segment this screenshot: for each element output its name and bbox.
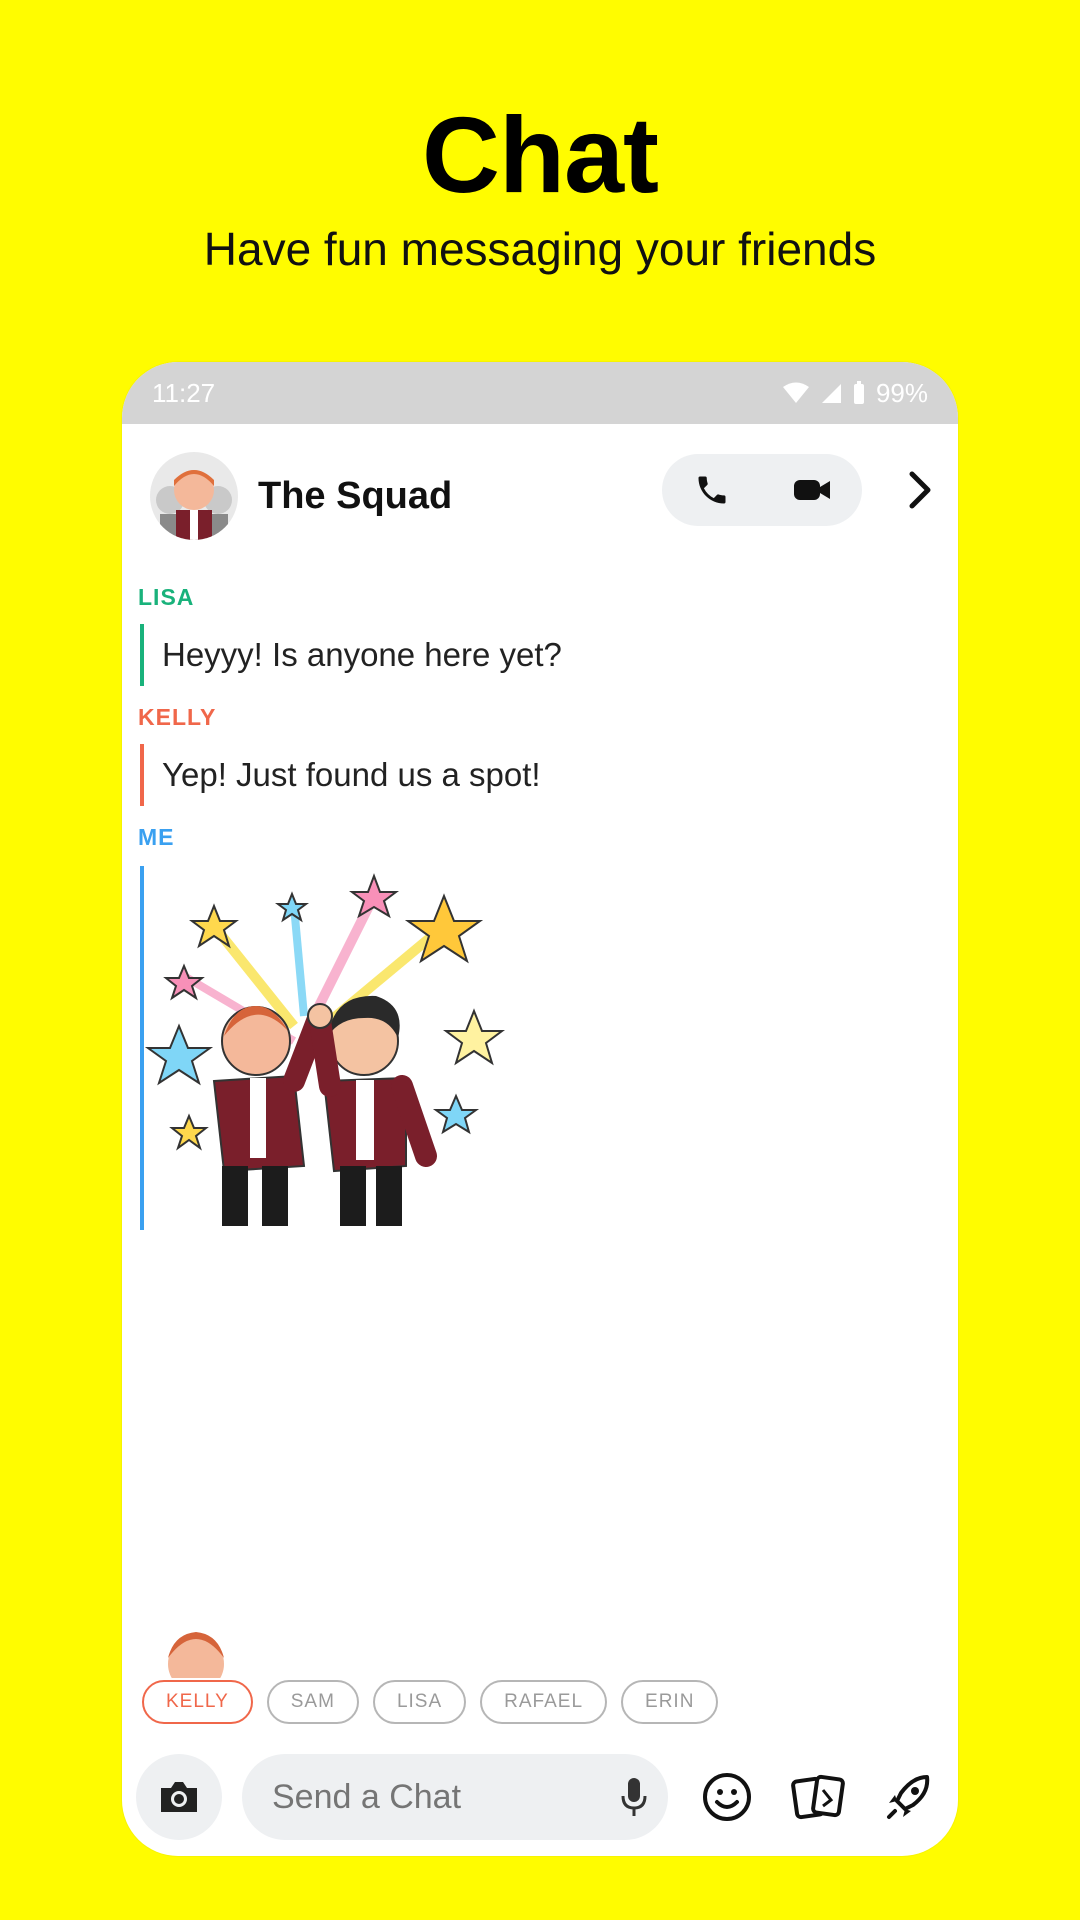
status-bar: 11:27 99%	[122, 362, 958, 424]
chat-header: The Squad	[150, 446, 931, 546]
group-avatar[interactable]	[150, 452, 238, 540]
chat-details-button[interactable]	[890, 454, 950, 526]
promo-headline: Chat	[422, 94, 659, 215]
call-controls	[662, 454, 862, 526]
bitmoji-avatar-icon	[168, 1632, 224, 1678]
promo-subhead: Have fun messaging your friends	[203, 223, 877, 275]
mention-chip[interactable]: RAFAEL	[480, 1680, 608, 1724]
mention-chip[interactable]: SAM	[266, 1680, 359, 1724]
battery-icon	[853, 381, 864, 404]
mention-chip[interactable]: LISA	[372, 1680, 467, 1724]
status-icons: 99%	[782, 378, 928, 409]
sender-label-lisa: LISA	[138, 584, 195, 610]
phone-icon	[698, 476, 726, 504]
message-text: Yep! Just found us a spot!	[162, 756, 541, 793]
mention-chip[interactable]: ERIN	[621, 1680, 719, 1724]
cards-button[interactable]	[784, 1754, 854, 1840]
microphone-icon	[621, 1778, 647, 1816]
chat-title: The Squad	[258, 474, 453, 517]
battery-level: 99%	[875, 377, 928, 408]
chevron-right-icon	[909, 471, 931, 509]
camera-button[interactable]	[136, 1754, 222, 1840]
message-text: Heyyy! Is anyone here yet?	[162, 636, 562, 673]
phone-frame: 11:27 99% The Squad LISA Heyyy! Is anyon…	[122, 362, 958, 1856]
signal-icon	[821, 384, 841, 403]
smiley-icon	[703, 1773, 751, 1821]
chat-input-field[interactable]	[242, 1754, 668, 1840]
sender-label-me: ME	[138, 824, 175, 850]
mention-avatar-kelly	[158, 1624, 234, 1678]
message-bubble[interactable]: Heyyy! Is anyone here yet?	[140, 624, 562, 686]
camera-icon	[161, 1782, 197, 1812]
games-button[interactable]	[874, 1754, 944, 1840]
cards-icon	[791, 1774, 845, 1820]
high-five-sticker	[144, 873, 505, 1226]
voice-call-button[interactable]	[662, 454, 762, 526]
microphone-button[interactable]	[620, 1754, 648, 1840]
message-bubble[interactable]: Yep! Just found us a spot!	[140, 744, 541, 806]
wifi-icon	[782, 382, 809, 403]
chat-input[interactable]	[272, 1777, 592, 1817]
mention-chip[interactable]: KELLY	[142, 1680, 253, 1724]
bitmoji-button[interactable]	[692, 1754, 762, 1840]
sticker-message[interactable]	[140, 866, 560, 1230]
composer-bar	[122, 1752, 958, 1842]
video-camera-icon	[794, 480, 830, 500]
status-time: 11:27	[152, 377, 216, 408]
sender-label-kelly: KELLY	[138, 704, 217, 730]
mention-chips: KELLY SAM LISA RAFAEL ERIN	[142, 1680, 719, 1724]
bitmoji-group-icon	[156, 470, 232, 540]
video-call-button[interactable]	[762, 454, 862, 526]
rocket-icon	[887, 1775, 930, 1819]
